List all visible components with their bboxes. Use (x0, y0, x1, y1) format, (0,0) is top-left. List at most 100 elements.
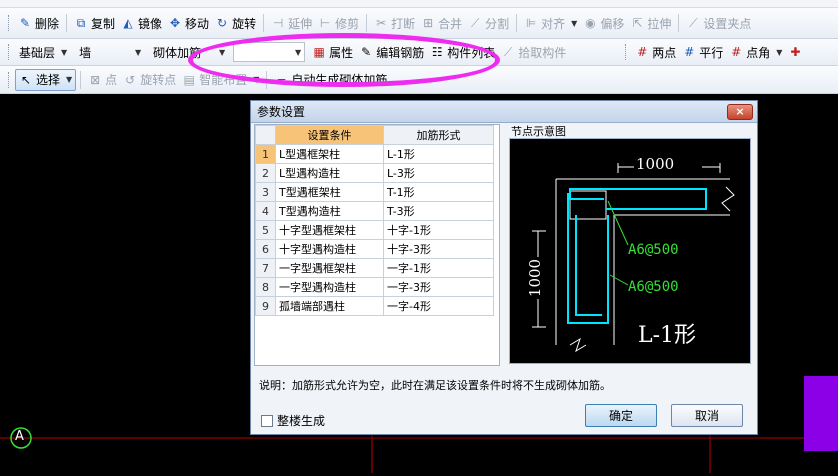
move-icon: ✥ (170, 16, 181, 30)
ok-button[interactable]: 确定 (585, 404, 657, 427)
two-point-button[interactable]: # 两点 (632, 41, 679, 63)
separator (516, 14, 518, 32)
dimension-horizontal: 1000 (636, 155, 675, 173)
chevron-down-icon: ▼ (219, 47, 226, 57)
parameter-dialog: 参数设置 × 设置条件 加筋形式 1 L型遇框架柱 L-1形 2 L型遇构造柱 L-3形… (250, 100, 758, 435)
dialog-title: 参数设置 (257, 105, 306, 119)
two-point-icon: # (637, 45, 648, 59)
extend-icon: ⊣ (272, 16, 284, 30)
trim-icon: ⊢ (319, 16, 331, 30)
component-toolbar: 基础层 ▼ 墙 ▼ 砌体加筋 ▼ ▼ ▦ 属性 ✎ 编辑钢筋 ☷ 构件列表 ⟋ 拾取构件 # 两… (0, 39, 838, 66)
floor-select[interactable]: 基础层 ▼ (15, 42, 71, 62)
select-button[interactable]: ↖ 选择 ▼ (15, 68, 77, 91)
element-type-select[interactable]: 墙 ▼ (75, 42, 145, 62)
component-name-select[interactable]: ▼ (233, 42, 306, 62)
rebar-icon: ⌐ (276, 72, 287, 87)
mirror-button[interactable]: ◭ 镜像 (118, 12, 165, 34)
table-row[interactable]: 4 T型遇构造柱 T-3形 (255, 201, 494, 221)
split-button[interactable]: ⟋ 分割 (465, 12, 512, 34)
axis-icon: ✚ (790, 45, 801, 59)
align-icon: ⊫ (525, 16, 537, 30)
properties-button[interactable]: ▦ 属性 (309, 41, 356, 63)
separator (263, 14, 265, 32)
edit-rebar-button[interactable]: ✎ 编辑钢筋 (356, 41, 427, 63)
row-number-header (255, 125, 276, 145)
axis-label: A (15, 429, 24, 444)
preview-label: 节点示意图 (511, 125, 566, 138)
table-row[interactable]: 1 L型遇框架柱 L-1形 (255, 144, 494, 164)
eraser-icon: ✎ (19, 16, 31, 30)
toolbar-grip[interactable] (8, 44, 11, 60)
dimension-vertical: 1000 (526, 258, 545, 298)
stretch-icon: ⇱ (632, 16, 643, 30)
point-angle-icon: # (731, 45, 742, 59)
offset-button[interactable]: ◉ 偏移 (580, 12, 627, 34)
table-header: 设置条件 加筋形式 (255, 125, 494, 145)
offset-icon: ◉ (585, 16, 596, 30)
break-button[interactable]: ✂ 打断 (371, 12, 418, 34)
chevron-down-icon: ▼ (135, 47, 142, 57)
rotate-point-button[interactable]: ↺ 旋转点 (120, 69, 179, 91)
rotate-button[interactable]: ↻ 旋转 (212, 12, 259, 34)
delete-button[interactable]: ✎ 删除 (15, 12, 62, 34)
settings-grid: 设置条件 加筋形式 1 L型遇框架柱 L-1形 2 L型遇构造柱 L-3形 3 T型遇框架… (254, 124, 500, 366)
copy-button[interactable]: ⧉ 复制 (71, 12, 118, 34)
node-preview: 1000 1000 A6@500 A6@500 L-1形 (509, 138, 751, 364)
condition-column-header[interactable]: 设置条件 (275, 125, 384, 145)
extend-button[interactable]: ⊣ 延伸 (268, 12, 315, 34)
table-row[interactable]: 2 L型遇构造柱 L-3形 (255, 163, 494, 183)
table-row[interactable]: 9 孤墙端部遇柱 一字-4形 (255, 296, 494, 316)
description-text: 说明：加筋形式允许为空，此时在满足该设置条件时将不生成砌体加筋。 (259, 379, 611, 392)
rotate-point-icon: ↺ (125, 72, 136, 87)
form-column-header[interactable]: 加筋形式 (383, 125, 494, 145)
checkbox-label: 整楼生成 (277, 414, 326, 428)
draw-toolbar: ↖ 选择 ▼ ⊠ 点 ↺ 旋转点 ▤ 智能布置 ▼ ⌐ 自动生成砌体加筋 (0, 66, 838, 94)
rebar-label-2: A6@500 (628, 279, 679, 295)
move-button[interactable]: ✥ 移动 (165, 12, 212, 34)
table-row[interactable]: 7 一字型遇框架柱 一字-1形 (255, 258, 494, 278)
component-select[interactable]: 砌体加筋 ▼ (149, 42, 229, 62)
whole-floor-checkbox[interactable]: 整楼生成 (261, 412, 325, 429)
toolbar-grip[interactable] (625, 44, 628, 60)
auto-generate-button[interactable]: ⌐ 自动生成砌体加筋 (271, 69, 390, 91)
chevron-down-icon: ▼ (571, 18, 578, 28)
purple-element (804, 376, 838, 451)
chevron-down-icon: ▼ (61, 47, 68, 57)
separator (678, 14, 680, 32)
merge-icon: ⊞ (423, 16, 434, 30)
chevron-down-icon: ▼ (253, 75, 260, 84)
table-row[interactable]: 6 十字型遇构造柱 十字-3形 (255, 239, 494, 259)
dialog-title-bar[interactable]: 参数设置 (251, 101, 757, 123)
chevron-down-icon: ▼ (295, 47, 302, 57)
align-button[interactable]: ⊫ 对齐 ▼ (521, 12, 580, 34)
table-row[interactable]: 8 一字型遇构造柱 一字-3形 (255, 277, 494, 297)
point-angle-button[interactable]: # 点角 ▼ (726, 41, 785, 63)
chevron-down-icon: ▼ (776, 47, 783, 57)
properties-icon: ▦ (313, 45, 325, 59)
component-list-button[interactable]: ☷ 构件列表 (427, 41, 498, 63)
axis-tool-button[interactable]: ✚ (785, 41, 808, 63)
merge-button[interactable]: ⊞ 合并 (418, 12, 465, 34)
stretch-button[interactable]: ⇱ 拉伸 (627, 12, 674, 34)
trim-button[interactable]: ⊢ 修剪 (315, 12, 362, 34)
table-row[interactable]: 5 十字型遇框架柱 十字-1形 (255, 220, 494, 240)
close-button[interactable]: × (727, 104, 753, 120)
separator (80, 70, 82, 89)
rebar-label-1: A6@500 (628, 242, 679, 258)
point-icon: ⊠ (90, 72, 101, 87)
toolbar-grip[interactable] (8, 71, 11, 88)
pick-component-button[interactable]: ⟋ 拾取构件 (498, 41, 569, 63)
smart-layout-button[interactable]: ▤ 智能布置 ▼ (179, 69, 262, 91)
checkbox-box[interactable] (261, 414, 273, 427)
cancel-button[interactable]: 取消 (671, 404, 743, 427)
split-icon: ⟋ (470, 16, 480, 30)
parallel-icon: # (684, 45, 695, 59)
separator (66, 14, 68, 32)
toolbar-grip[interactable] (8, 15, 11, 31)
table-row[interactable]: 3 T型遇框架柱 T-1形 (255, 182, 494, 202)
parallel-button[interactable]: # 平行 (679, 41, 726, 63)
shape-label: L-1形 (638, 323, 697, 348)
point-button[interactable]: ⊠ 点 (85, 69, 120, 91)
break-icon: ✂ (376, 16, 387, 30)
set-grip-button[interactable]: ⟋ 设置夹点 (683, 12, 754, 34)
